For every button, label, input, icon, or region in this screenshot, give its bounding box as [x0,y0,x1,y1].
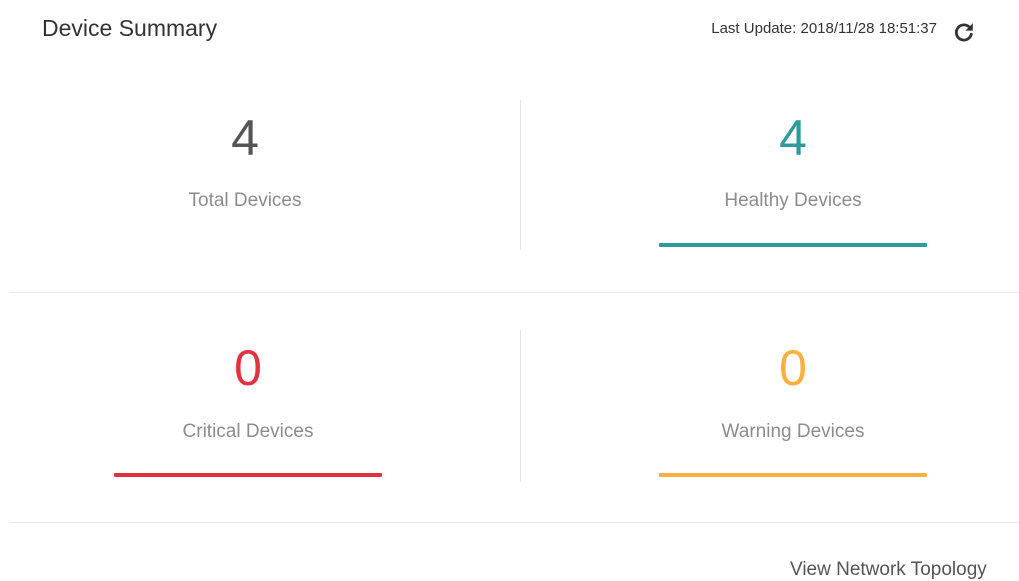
refresh-icon[interactable] [952,20,976,44]
total-devices-stat[interactable]: 4 Total Devices [0,100,490,250]
divider-vertical-top [520,100,521,250]
divider-vertical-bottom [520,330,521,482]
healthy-devices-label: Healthy Devices [724,190,862,211]
divider-horizontal-middle [10,292,1019,293]
view-network-topology-link[interactable]: View Network Topology [790,558,987,581]
warning-devices-stat[interactable]: 0 Warning Devices [548,330,1019,482]
critical-devices-count: 0 [234,340,262,396]
warning-devices-count: 0 [779,340,807,396]
warning-devices-label: Warning Devices [721,421,865,442]
healthy-devices-stat[interactable]: 4 Healthy Devices [548,100,1019,250]
device-summary-panel: Device Summary Last Update: 2018/11/28 1… [0,0,1019,581]
total-devices-count: 4 [231,110,259,166]
total-devices-label: Total Devices [188,190,302,211]
critical-devices-bar [114,473,382,477]
critical-devices-stat[interactable]: 0 Critical Devices [3,330,493,482]
healthy-devices-count: 4 [779,110,807,166]
warning-devices-bar [659,473,927,477]
healthy-devices-bar [659,243,927,247]
panel-title: Device Summary [42,15,218,41]
divider-horizontal-bottom [10,522,1019,523]
last-update-text: Last Update: 2018/11/28 18:51:37 [711,20,937,37]
critical-devices-label: Critical Devices [182,421,314,442]
